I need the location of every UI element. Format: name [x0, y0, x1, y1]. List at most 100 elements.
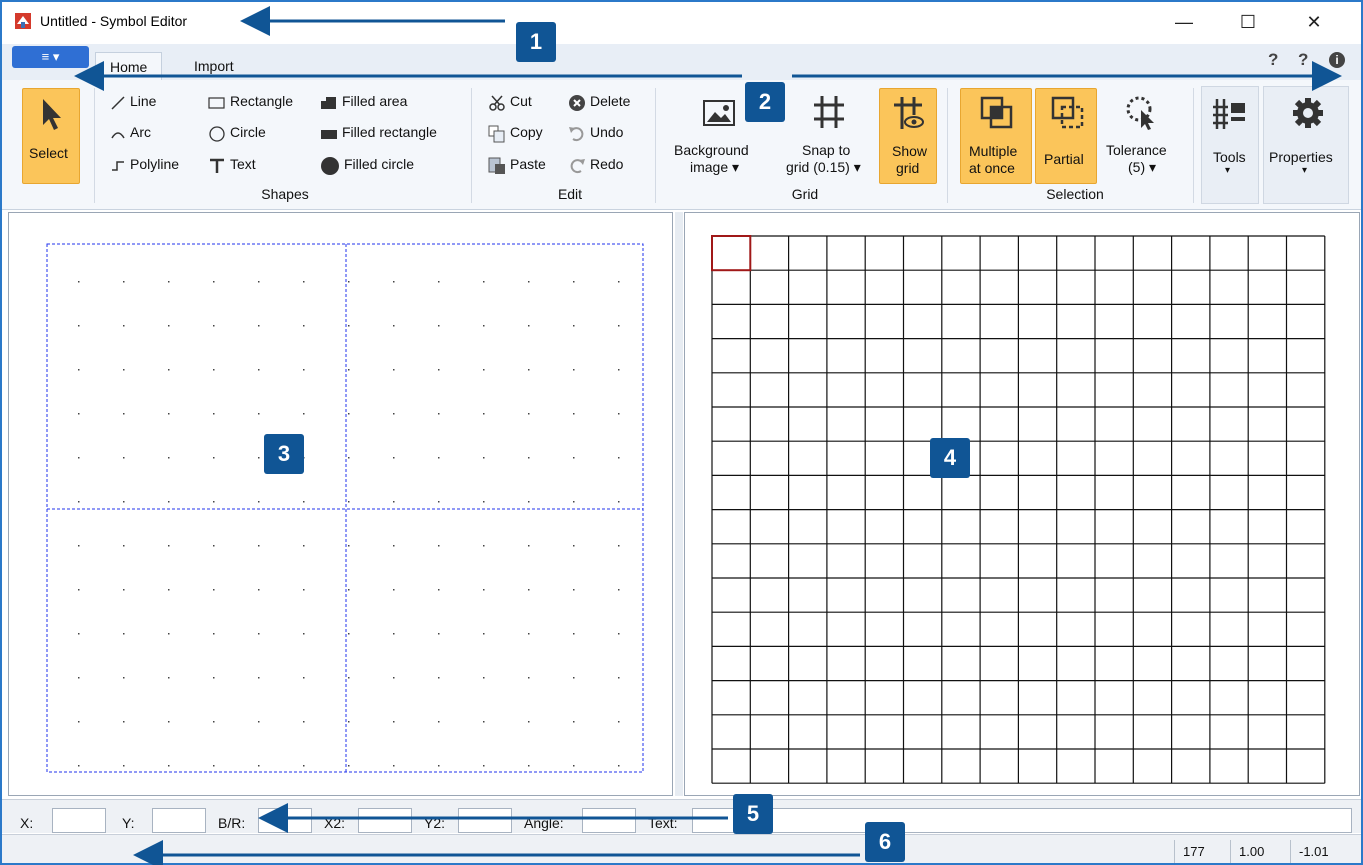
show-grid-button[interactable]: Show grid — [879, 88, 937, 184]
redo-button[interactable]: Redo — [568, 155, 638, 175]
snap-label: Snap to — [802, 142, 851, 158]
window-title: Untitled - Symbol Editor — [40, 13, 188, 29]
grid-dot — [483, 677, 485, 679]
multiple-at-once-button[interactable]: Multiple at once — [960, 88, 1032, 184]
app-menu-button[interactable]: ≡ ▾ — [12, 46, 89, 68]
filled-area-icon — [321, 97, 336, 109]
x-field[interactable] — [52, 808, 106, 833]
partial-select-icon — [1051, 96, 1084, 129]
cut-button[interactable]: Cut — [488, 92, 548, 112]
grid-dot — [618, 457, 620, 459]
grid-dot — [438, 545, 440, 547]
grid-dot — [438, 633, 440, 635]
tolerance-label-2: (5) ▾ — [1128, 159, 1157, 175]
grid-dot — [618, 325, 620, 327]
background-image-label-2: image ▾ — [690, 159, 740, 175]
delete-button[interactable]: Delete — [568, 92, 648, 112]
grid-dot — [348, 369, 350, 371]
grid-dot — [573, 281, 575, 283]
y2-field[interactable] — [458, 808, 512, 833]
help-icon[interactable]: ? — [1268, 50, 1278, 70]
grid-dot — [168, 633, 170, 635]
grid-dot — [123, 589, 125, 591]
grid-dot — [438, 457, 440, 459]
grid-dot — [348, 677, 350, 679]
title-bar — [2, 2, 1361, 44]
angle-field[interactable] — [582, 808, 636, 833]
line-tool[interactable]: Line — [110, 92, 170, 112]
app-logo-icon — [14, 12, 32, 30]
angle-label: Angle: — [524, 815, 564, 831]
callout-2: 2 — [745, 82, 785, 122]
edit-group-label: Edit — [557, 186, 583, 202]
text-field[interactable] — [692, 808, 1352, 833]
grid-dot — [438, 721, 440, 723]
tab-home[interactable]: Home — [95, 52, 163, 80]
copy-button[interactable]: Copy — [488, 123, 558, 143]
symbol-drawing-area[interactable] — [9, 213, 672, 795]
paste-button[interactable]: Paste — [488, 155, 558, 175]
grid-dot — [528, 677, 530, 679]
grid-dot — [123, 501, 125, 503]
grid-dot — [573, 325, 575, 327]
grid-dot — [123, 545, 125, 547]
filled-circle-tool[interactable]: Filled circle — [320, 155, 440, 175]
symbol-canvas[interactable] — [8, 212, 673, 796]
tab-import[interactable]: Import — [180, 52, 248, 80]
preview-grid-canvas[interactable] — [684, 212, 1360, 796]
grid-dot — [303, 589, 305, 591]
y-field[interactable] — [152, 808, 206, 833]
maximize-button[interactable]: ☐ — [1228, 10, 1268, 34]
grid-dot — [348, 721, 350, 723]
x2-field[interactable] — [358, 808, 412, 833]
tolerance-button[interactable]: Tolerance (5) ▾ — [1100, 88, 1186, 184]
select-label: Select — [29, 145, 68, 161]
minimize-button[interactable]: — — [1164, 10, 1204, 34]
grid-dot — [258, 589, 260, 591]
splitter[interactable] — [675, 212, 683, 796]
arc-tool[interactable]: Arc — [110, 123, 170, 143]
snap-to-grid-button[interactable]: Snap to grid (0.15) ▾ — [780, 88, 876, 184]
grid-dot — [528, 633, 530, 635]
delete-icon — [569, 95, 585, 111]
status-zoom: 1.00 — [1230, 840, 1286, 863]
copy-label: Copy — [510, 124, 543, 140]
grid-dot — [303, 325, 305, 327]
filled-area-tool[interactable]: Filled area — [320, 92, 430, 112]
filled-circle-icon — [321, 157, 339, 175]
properties-button[interactable]: Properties ▾ — [1263, 86, 1349, 204]
grid-dot — [123, 413, 125, 415]
partial-button[interactable]: Partial — [1035, 88, 1097, 184]
grid-dot — [438, 765, 440, 767]
info-icon[interactable]: i — [1329, 52, 1345, 68]
select-button[interactable]: Select — [22, 88, 80, 184]
grid-dot — [483, 281, 485, 283]
filled-rectangle-tool[interactable]: Filled rectangle — [320, 123, 460, 143]
snap-grid-icon — [814, 96, 844, 128]
br-field[interactable] — [258, 808, 312, 833]
tools-button[interactable]: Tools ▾ — [1201, 86, 1259, 204]
grid-dot — [528, 589, 530, 591]
close-button[interactable]: ✕ — [1294, 10, 1334, 34]
polyline-icon — [112, 161, 124, 171]
rectangle-tool[interactable]: Rectangle — [208, 92, 308, 112]
paste-label: Paste — [510, 156, 546, 172]
grid-dot — [258, 633, 260, 635]
circle-tool[interactable]: Circle — [208, 123, 298, 143]
context-help-icon[interactable]: ? — [1298, 50, 1308, 70]
grid-dot — [393, 765, 395, 767]
grid-dot — [348, 545, 350, 547]
grid-dot — [258, 281, 260, 283]
tolerance-cursor-icon — [1126, 96, 1154, 130]
polyline-tool[interactable]: Polyline — [110, 155, 200, 175]
grid-dot — [348, 457, 350, 459]
grid-dot — [528, 501, 530, 503]
grid-dot — [303, 369, 305, 371]
text-tool[interactable]: Text — [208, 155, 278, 175]
line-icon — [111, 96, 125, 110]
grid-dot — [78, 765, 80, 767]
grid-dot — [213, 457, 215, 459]
current-cell — [711, 235, 752, 272]
undo-button[interactable]: Undo — [568, 123, 638, 143]
circle-icon — [209, 126, 225, 142]
